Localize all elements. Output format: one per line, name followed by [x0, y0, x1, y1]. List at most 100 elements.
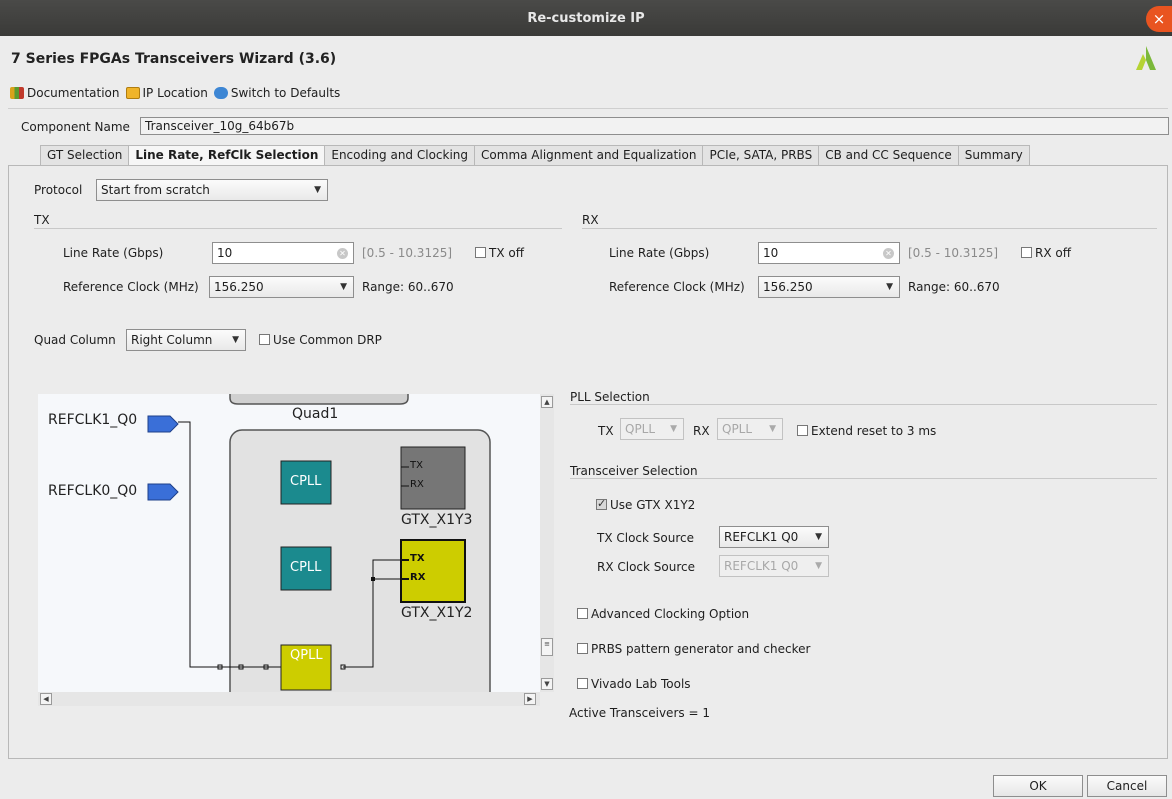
- pll-tx-select[interactable]: QPLL ▼: [620, 418, 684, 440]
- gtx-x1y2-tx-label: TX: [410, 553, 425, 564]
- common-drp-label: Use Common DRP: [273, 333, 382, 347]
- active-transceivers: Active Transceivers = 1: [569, 706, 710, 720]
- chevron-down-icon: ▼: [670, 424, 677, 434]
- cpll-x1y2-label: CPLL: [290, 560, 322, 575]
- tx-off-checkbox-box[interactable]: [475, 247, 486, 258]
- diagram-horizontal-scrollbar[interactable]: ◀ ▶: [38, 692, 540, 706]
- advanced-clocking-checkbox[interactable]: Advanced Clocking Option: [577, 607, 749, 621]
- tab-comma-alignment[interactable]: Comma Alignment and Equalization: [474, 145, 704, 165]
- rx-line-rate-label: Line Rate (Gbps): [609, 246, 710, 260]
- wizard-title: 7 Series FPGAs Transceivers Wizard (3.6): [11, 51, 337, 67]
- tx-clock-source-value: REFCLK1 Q0: [724, 530, 799, 544]
- tx-line-rate-range: [0.5 - 10.3125]: [362, 246, 453, 260]
- scroll-left-icon[interactable]: ◀: [40, 693, 52, 705]
- advanced-clocking-checkbox-box[interactable]: [577, 608, 588, 619]
- rx-refclk-range: Range: 60..670: [908, 280, 1000, 294]
- tx-off-checkbox[interactable]: TX off: [475, 246, 524, 260]
- quad-column-select[interactable]: Right Column ▼: [126, 329, 246, 351]
- scroll-up-icon[interactable]: ▲: [541, 396, 553, 408]
- tx-refclk-select[interactable]: 156.250 ▼: [209, 276, 354, 298]
- refclk0-port-icon[interactable]: [147, 483, 179, 501]
- refresh-icon: [213, 87, 228, 99]
- rx-off-checkbox[interactable]: RX off: [1021, 246, 1071, 260]
- refclk1-port-icon[interactable]: [147, 415, 179, 433]
- rx-refclk-value: 156.250: [763, 280, 813, 294]
- scroll-thumb[interactable]: ≡: [541, 638, 553, 656]
- tx-clock-source-select[interactable]: REFCLK1 Q0 ▼: [719, 526, 829, 548]
- gtx-x1y3-block[interactable]: [400, 446, 466, 510]
- books-icon: [10, 87, 24, 99]
- tx-line-rate-value: 10: [217, 246, 233, 260]
- protocol-value: Start from scratch: [101, 183, 210, 197]
- toolbar: Documentation IP Location Switch to Defa…: [10, 86, 340, 100]
- ok-button[interactable]: OK: [993, 775, 1083, 797]
- component-name-input[interactable]: Transceiver_10g_64b67b: [140, 117, 1169, 135]
- rx-off-checkbox-box[interactable]: [1021, 247, 1032, 258]
- rx-refclk-select[interactable]: 156.250 ▼: [758, 276, 900, 298]
- rx-clock-source-value: REFCLK1 Q0: [724, 559, 799, 573]
- documentation-button[interactable]: Documentation: [10, 86, 120, 100]
- tx-refclk-label: Reference Clock (MHz): [63, 280, 199, 294]
- prbs-checkbox-box[interactable]: [577, 643, 588, 654]
- cancel-button[interactable]: Cancel: [1087, 775, 1167, 797]
- quad-column-label: Quad Column: [34, 333, 116, 347]
- tab-line-rate-refclk[interactable]: Line Rate, RefClk Selection: [128, 145, 326, 166]
- advanced-clocking-label: Advanced Clocking Option: [591, 607, 750, 621]
- common-drp-checkbox[interactable]: Use Common DRP: [259, 333, 382, 347]
- quad-diagram: Quad1 REFCLK1_Q0 REFCLK0_Q0 CPLL CPLL QP…: [38, 394, 540, 692]
- vivado-lab-checkbox-box[interactable]: [577, 678, 588, 689]
- component-name-label: Component Name: [21, 120, 130, 134]
- protocol-select[interactable]: Start from scratch ▼: [96, 179, 328, 201]
- tx-refclk-value: 156.250: [214, 280, 264, 294]
- chevron-down-icon: ▼: [314, 185, 321, 195]
- switch-defaults-button[interactable]: Switch to Defaults: [213, 86, 340, 100]
- close-icon: ×: [1152, 10, 1166, 28]
- tab-cb-cc-sequence[interactable]: CB and CC Sequence: [818, 145, 959, 165]
- tab-encoding-clocking[interactable]: Encoding and Clocking: [324, 145, 476, 165]
- vivado-lab-label: Vivado Lab Tools: [591, 677, 691, 691]
- qpll-label: QPLL: [290, 648, 323, 663]
- refclk0-label: REFCLK0_Q0: [48, 483, 138, 499]
- diagram-vertical-scrollbar[interactable]: ▲ ≡ ▼: [540, 394, 554, 692]
- prbs-checkbox[interactable]: PRBS pattern generator and checker: [577, 642, 810, 656]
- clear-icon[interactable]: ✕: [883, 248, 894, 259]
- extend-reset-checkbox[interactable]: Extend reset to 3 ms: [797, 424, 936, 438]
- vivado-lab-checkbox[interactable]: Vivado Lab Tools: [577, 677, 691, 691]
- tab-bar: GT Selection Line Rate, RefClk Selection…: [40, 145, 1030, 166]
- scroll-down-icon[interactable]: ▼: [541, 678, 553, 690]
- tab-pcie-sata-prbs[interactable]: PCIe, SATA, PRBS: [702, 145, 820, 165]
- pll-rx-select[interactable]: QPLL ▼: [717, 418, 783, 440]
- gtx-x1y2-block[interactable]: [400, 539, 466, 603]
- ip-location-button[interactable]: IP Location: [125, 86, 208, 100]
- quad-label: Quad1: [292, 406, 339, 422]
- rx-line-rate-input[interactable]: 10 ✕: [758, 242, 900, 264]
- tx-heading: TX: [34, 213, 50, 227]
- extend-reset-label: Extend reset to 3 ms: [811, 424, 937, 438]
- chevron-down-icon: ▼: [886, 282, 893, 292]
- quad-top-outline: [229, 394, 409, 405]
- tab-gt-selection[interactable]: GT Selection: [40, 145, 130, 165]
- quad-column-value: Right Column: [131, 333, 213, 347]
- rx-clock-source-select[interactable]: REFCLK1 Q0 ▼: [719, 555, 829, 577]
- transceiver-selection-divider: [570, 478, 1157, 479]
- gtx-x1y2-label: GTX_X1Y2: [401, 605, 473, 621]
- window-title: Re-customize IP: [527, 10, 645, 26]
- pll-tx-value: QPLL: [625, 422, 656, 436]
- close-button[interactable]: ×: [1146, 6, 1172, 32]
- clear-icon[interactable]: ✕: [337, 248, 348, 259]
- folder-icon: [125, 87, 140, 99]
- tx-divider: [34, 228, 562, 229]
- tx-line-rate-input[interactable]: 10 ✕: [212, 242, 354, 264]
- tx-clock-source-label: TX Clock Source: [597, 531, 694, 545]
- pll-selection-heading: PLL Selection: [570, 390, 650, 404]
- gtx-x1y2-rx-label: RX: [410, 572, 426, 583]
- extend-reset-checkbox-box[interactable]: [797, 425, 808, 436]
- use-gtx-checkbox[interactable]: Use GTX X1Y2: [596, 497, 695, 512]
- tab-summary[interactable]: Summary: [957, 145, 1030, 165]
- gtx-x1y3-tx-label: TX: [410, 460, 423, 471]
- scroll-right-icon[interactable]: ▶: [524, 693, 536, 705]
- tx-line-rate-label: Line Rate (Gbps): [63, 246, 164, 260]
- rx-clock-source-label: RX Clock Source: [597, 560, 696, 574]
- common-drp-checkbox-box[interactable]: [259, 334, 270, 345]
- use-gtx-checkbox-box[interactable]: [596, 497, 607, 510]
